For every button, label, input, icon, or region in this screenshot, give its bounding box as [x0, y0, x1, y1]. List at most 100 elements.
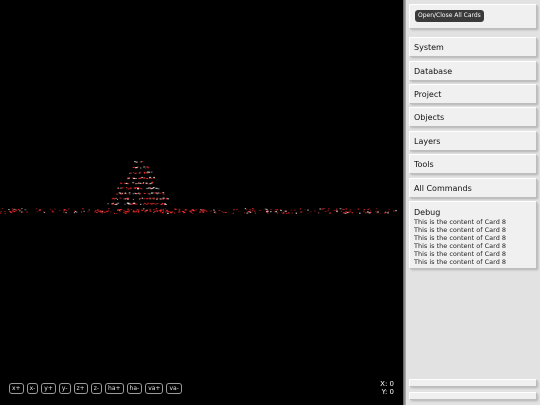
axis-x-minus-button[interactable]: x-	[26, 383, 39, 394]
vertical-angle-minus-button[interactable]: va-	[166, 383, 182, 394]
point-cloud-point	[143, 198, 145, 200]
point-cloud-point	[132, 182, 134, 184]
point-cloud-point	[232, 212, 234, 214]
point-cloud-point	[0, 211, 2, 213]
card-database[interactable]: Database	[409, 61, 536, 80]
point-cloud-point	[159, 192, 161, 194]
card-all-commands[interactable]: All Commands	[409, 178, 536, 197]
point-cloud-point	[254, 212, 256, 214]
point-cloud-point	[132, 172, 135, 174]
horizontal-angle-plus-button[interactable]: ha+	[105, 383, 124, 394]
coordinate-readout: X: 0 Y: 0	[380, 380, 394, 396]
point-cloud-point	[379, 212, 381, 214]
point-cloud-point	[395, 210, 397, 212]
point-cloud-point	[128, 203, 130, 205]
point-cloud-point	[152, 181, 154, 183]
point-cloud-point	[148, 193, 151, 195]
point-cloud-point	[51, 210, 54, 212]
point-cloud-point	[129, 187, 132, 189]
point-cloud-point	[162, 210, 165, 212]
point-cloud-point	[388, 208, 390, 210]
point-cloud-point	[126, 183, 129, 185]
card-project[interactable]: Project	[409, 84, 536, 103]
axis-y-plus-button[interactable]: y+	[41, 383, 56, 394]
point-cloud-point	[157, 192, 160, 194]
point-cloud-point	[144, 166, 146, 168]
card-debug[interactable]: Debug This is the content of Card 8 This…	[409, 201, 536, 268]
point-cloud-point	[82, 208, 84, 210]
canvas-viewport[interactable]: x+ x- y+ y- z+ z- ha+ ha- va+ va- X: 0 Y…	[0, 0, 403, 405]
point-cloud-point	[156, 209, 158, 211]
empty-card[interactable]	[409, 379, 536, 386]
point-cloud-point	[107, 203, 109, 205]
point-cloud-point	[135, 210, 138, 212]
point-cloud-point	[128, 192, 131, 194]
card-title[interactable]: Database	[410, 62, 536, 80]
card-title[interactable]: Tools	[410, 155, 536, 173]
point-cloud-point	[132, 198, 135, 200]
point-cloud-point	[50, 208, 52, 210]
card-tools[interactable]: Tools	[409, 154, 536, 173]
point-cloud-point	[143, 171, 146, 173]
point-cloud-point	[348, 211, 351, 213]
axis-x-plus-button[interactable]: x+	[9, 383, 24, 394]
point-cloud-point	[119, 210, 121, 212]
point-cloud-point	[135, 183, 137, 185]
debug-content: This is the content of Card 8 This is th…	[410, 217, 536, 266]
card-objects[interactable]: Objects	[409, 107, 536, 126]
point-cloud-point	[324, 211, 327, 212]
open-close-all-cards-button[interactable]: Open/Close All Cards	[415, 10, 484, 22]
point-cloud-point	[117, 202, 120, 204]
point-cloud-point	[203, 211, 205, 213]
point-cloud-point	[134, 172, 137, 174]
point-cloud-point	[149, 208, 152, 210]
point-cloud-point	[166, 212, 169, 214]
point-cloud-point	[266, 211, 269, 213]
card-title[interactable]: Objects	[410, 108, 536, 126]
point-cloud-point	[154, 211, 156, 213]
point-cloud-point	[146, 198, 149, 200]
axis-y-minus-button[interactable]: y-	[58, 383, 71, 394]
card-title[interactable]: All Commands	[410, 179, 536, 197]
point-cloud-point	[171, 211, 173, 213]
axis-z-plus-button[interactable]: z+	[73, 383, 88, 394]
point-cloud-point	[155, 208, 158, 210]
point-cloud-point	[19, 210, 21, 212]
point-cloud-point	[264, 208, 267, 210]
point-cloud-point	[126, 193, 128, 195]
point-cloud-point	[160, 198, 162, 200]
point-cloud-point	[116, 193, 118, 195]
point-cloud-point	[138, 209, 140, 211]
point-cloud-point	[345, 208, 348, 210]
point-cloud-point	[15, 210, 18, 212]
point-cloud-point	[319, 208, 322, 210]
card-title[interactable]: Project	[410, 85, 536, 103]
point-cloud-point	[140, 167, 142, 169]
empty-card[interactable]	[409, 392, 536, 399]
horizontal-angle-minus-button[interactable]: ha-	[126, 383, 143, 394]
point-cloud-point	[126, 187, 128, 189]
point-cloud-point	[160, 209, 163, 211]
point-cloud-point	[294, 209, 296, 211]
point-cloud-point	[178, 211, 180, 213]
x-coordinate: X: 0	[380, 380, 394, 388]
point-cloud-point	[74, 210, 76, 212]
card-title[interactable]: Layers	[410, 132, 536, 150]
point-cloud-point	[128, 193, 131, 195]
point-cloud-point	[119, 192, 121, 194]
point-cloud-point	[141, 197, 143, 199]
point-cloud-point	[387, 212, 389, 214]
vertical-angle-plus-button[interactable]: va+	[145, 383, 164, 394]
card-title[interactable]: System	[410, 38, 536, 56]
axis-z-minus-button[interactable]: z-	[90, 383, 103, 394]
point-cloud-point	[139, 188, 142, 190]
point-cloud-point	[351, 212, 354, 214]
card-system[interactable]: System	[409, 37, 536, 56]
point-cloud-point	[155, 187, 158, 189]
side-panel: Open/Close All Cards System Database Pro…	[406, 0, 540, 405]
point-cloud-point	[150, 171, 153, 173]
debug-title[interactable]: Debug	[410, 202, 536, 217]
point-cloud-point	[251, 210, 254, 212]
card-layers[interactable]: Layers	[409, 131, 536, 150]
point-cloud-point	[367, 209, 369, 210]
